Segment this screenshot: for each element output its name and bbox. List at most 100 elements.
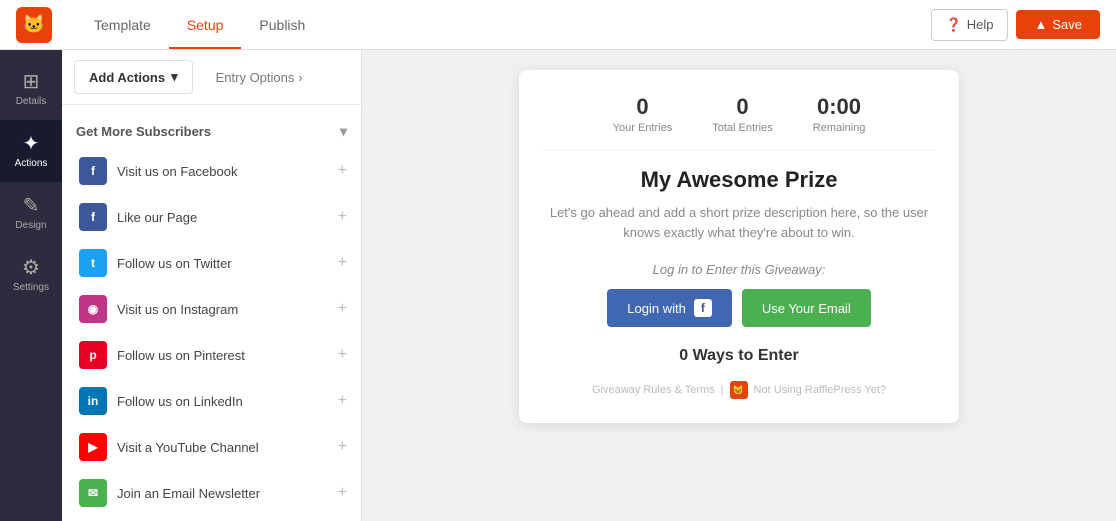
app-logo: 🐱 (16, 7, 52, 43)
design-icon: ✎ (23, 196, 40, 216)
help-label: Help (967, 17, 994, 32)
action-facebook-visit[interactable]: f Visit us on Facebook + (62, 148, 361, 194)
linkedin-follow-label: Follow us on LinkedIn (117, 394, 338, 409)
sidebar-item-actions-label: Actions (15, 158, 48, 169)
youtube-visit-label: Visit a YouTube Channel (117, 440, 338, 455)
panel-toolbar: Add Actions ▾ Entry Options › (62, 50, 361, 105)
add-instagram-visit-icon: + (338, 300, 347, 318)
stat-your-entries: 0 Your Entries (613, 94, 673, 134)
prize-title: My Awesome Prize (543, 167, 935, 193)
action-linkedin-follow[interactable]: in Follow us on LinkedIn + (62, 378, 361, 424)
facebook-visit-icon: f (79, 157, 107, 185)
prize-description: Let's go ahead and add a short prize des… (543, 203, 935, 242)
action-facebook-like[interactable]: f Like our Page + (62, 194, 361, 240)
tab-publish[interactable]: Publish (241, 3, 323, 49)
footer-rules-link[interactable]: Giveaway Rules & Terms (592, 384, 715, 396)
stat-remaining: 0:00 Remaining (813, 94, 866, 134)
sidebar-item-details[interactable]: ⊞ Details (0, 58, 62, 120)
use-email-label: Use Your Email (762, 301, 851, 316)
email-newsletter-label: Join an Email Newsletter (117, 486, 338, 501)
ways-to-enter: 0 Ways to Enter (543, 347, 935, 365)
sidebar-item-design[interactable]: ✎ Design (0, 182, 62, 244)
nav-left: 🐱 Template Setup Publish (16, 2, 323, 48)
login-buttons: Login with f Use Your Email (543, 289, 935, 327)
remaining-value: 0:00 (813, 94, 866, 120)
add-facebook-visit-icon: + (338, 162, 347, 180)
save-icon: ▲ (1034, 17, 1047, 32)
panel-scroll[interactable]: Get More Subscribers ▾ f Visit us on Fac… (62, 105, 361, 521)
sidebar-item-actions[interactable]: ✦ Actions (0, 120, 62, 182)
email-newsletter-icon: ✉ (79, 479, 107, 507)
sidebar-item-settings-label: Settings (13, 282, 49, 293)
footer-not-using-link[interactable]: Not Using RafflePress Yet? (754, 384, 886, 396)
add-youtube-visit-icon: + (338, 438, 347, 456)
total-entries-value: 0 (712, 94, 773, 120)
facebook-btn-icon: f (694, 299, 712, 317)
youtube-visit-icon: ▶ (79, 433, 107, 461)
facebook-like-icon: f (79, 203, 107, 231)
settings-icon: ⚙ (22, 258, 40, 278)
giveaway-card: 0 Your Entries 0 Total Entries 0:00 Rema… (519, 70, 959, 423)
footer-separator: | (721, 384, 724, 396)
add-actions-label: Add Actions (89, 70, 165, 85)
sidebar-item-design-label: Design (15, 220, 46, 231)
save-label: Save (1052, 17, 1082, 32)
top-nav: 🐱 Template Setup Publish ❓ Help ▲ Save (0, 0, 1116, 50)
section-subscribers-title: Get More Subscribers (76, 124, 211, 139)
your-entries-label: Your Entries (613, 122, 673, 134)
facebook-login-button[interactable]: Login with f (607, 289, 732, 327)
stats-row: 0 Your Entries 0 Total Entries 0:00 Rema… (543, 94, 935, 134)
remaining-label: Remaining (813, 122, 866, 134)
section-subscribers-header: Get More Subscribers ▾ (62, 117, 361, 148)
question-icon: ❓ (946, 17, 962, 33)
nav-tabs: Template Setup Publish (76, 2, 323, 48)
action-youtube-visit[interactable]: ▶ Visit a YouTube Channel + (62, 424, 361, 470)
login-with-label: Login with (627, 301, 686, 316)
help-button[interactable]: ❓ Help (931, 9, 1009, 41)
login-label: Log in to Enter this Giveaway: (543, 262, 935, 277)
instagram-visit-icon: ◉ (79, 295, 107, 323)
main-layout: ⊞ Details ✦ Actions ✎ Design ⚙ Settings … (0, 50, 1116, 521)
chevron-down-icon: ▾ (340, 123, 347, 140)
rafflepress-logo: 🐱 (730, 381, 748, 399)
card-footer: Giveaway Rules & Terms | 🐱 Not Using Raf… (543, 381, 935, 399)
add-facebook-like-icon: + (338, 208, 347, 226)
save-button[interactable]: ▲ Save (1016, 10, 1100, 39)
pinterest-follow-label: Follow us on Pinterest (117, 348, 338, 363)
twitter-follow-label: Follow us on Twitter (117, 256, 338, 271)
instagram-visit-label: Visit us on Instagram (117, 302, 338, 317)
add-email-newsletter-icon: + (338, 484, 347, 502)
nav-right: ❓ Help ▲ Save (931, 9, 1100, 41)
stat-total-entries: 0 Total Entries (712, 94, 773, 134)
action-instagram-visit[interactable]: ◉ Visit us on Instagram + (62, 286, 361, 332)
total-entries-label: Total Entries (712, 122, 773, 134)
tab-template[interactable]: Template (76, 3, 169, 49)
tab-setup[interactable]: Setup (169, 3, 242, 49)
details-icon: ⊞ (23, 72, 40, 92)
actions-panel: Add Actions ▾ Entry Options › Get More S… (62, 50, 362, 521)
action-pinterest-follow[interactable]: p Follow us on Pinterest + (62, 332, 361, 378)
add-twitter-follow-icon: + (338, 254, 347, 272)
email-login-button[interactable]: Use Your Email (742, 289, 871, 327)
add-pinterest-follow-icon: + (338, 346, 347, 364)
stats-divider (543, 150, 935, 151)
sidebar: ⊞ Details ✦ Actions ✎ Design ⚙ Settings (0, 50, 62, 521)
facebook-visit-label: Visit us on Facebook (117, 164, 338, 179)
sidebar-item-details-label: Details (16, 96, 47, 107)
add-actions-button[interactable]: Add Actions ▾ (74, 60, 193, 94)
entry-options-button[interactable]: Entry Options › (201, 61, 318, 94)
linkedin-follow-icon: in (79, 387, 107, 415)
add-linkedin-follow-icon: + (338, 392, 347, 410)
your-entries-value: 0 (613, 94, 673, 120)
action-email-newsletter[interactable]: ✉ Join an Email Newsletter + (62, 470, 361, 516)
chevron-right-icon: › (298, 70, 302, 85)
preview-area: 0 Your Entries 0 Total Entries 0:00 Rema… (362, 50, 1116, 521)
actions-icon: ✦ (23, 134, 40, 154)
action-twitter-follow[interactable]: t Follow us on Twitter + (62, 240, 361, 286)
twitter-follow-icon: t (79, 249, 107, 277)
facebook-like-label: Like our Page (117, 210, 338, 225)
pinterest-follow-icon: p (79, 341, 107, 369)
sidebar-item-settings[interactable]: ⚙ Settings (0, 244, 62, 306)
dropdown-icon: ▾ (171, 69, 178, 85)
entry-options-label: Entry Options (216, 70, 295, 85)
